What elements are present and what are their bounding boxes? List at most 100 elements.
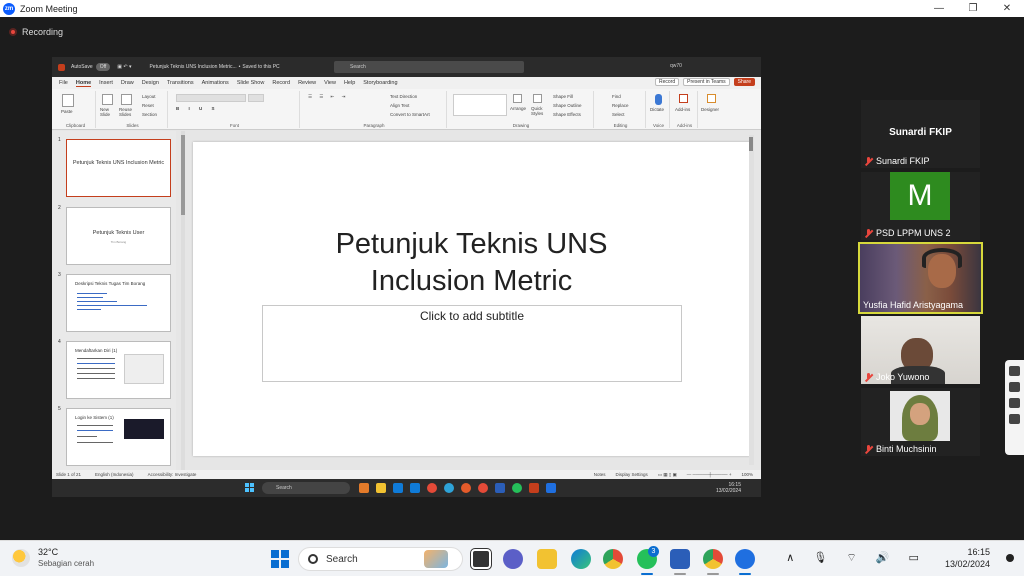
font-size-select[interactable] bbox=[248, 94, 264, 102]
paste-button[interactable]: Paste bbox=[61, 109, 73, 114]
font-name-select[interactable] bbox=[176, 94, 246, 102]
add-ins-button[interactable]: Add-ins bbox=[675, 107, 690, 112]
record-button[interactable]: Record bbox=[654, 78, 680, 86]
thumbnail-item[interactable]: 2 Petunjuk Teknis User Tim Borang bbox=[52, 205, 176, 265]
menu-storyboarding[interactable]: Storyboarding bbox=[363, 80, 397, 86]
menu-review[interactable]: Review bbox=[298, 80, 316, 86]
reuse-slides-icon[interactable] bbox=[121, 94, 132, 105]
menu-record[interactable]: Record bbox=[272, 80, 290, 86]
settings-icon[interactable] bbox=[1009, 414, 1020, 424]
shapes-gallery[interactable] bbox=[453, 94, 507, 116]
menu-home[interactable]: Home bbox=[75, 80, 92, 87]
chrome-profile-icon[interactable] bbox=[703, 549, 723, 569]
zoom-app-icon[interactable] bbox=[735, 549, 755, 569]
weather-widget[interactable]: 32°C Sebagian cerah bbox=[12, 547, 94, 568]
chat-icon[interactable] bbox=[503, 549, 523, 569]
file-explorer-icon[interactable] bbox=[537, 549, 557, 569]
thumbnail-slide-4[interactable]: Mendaftarkan Diri (1) bbox=[66, 341, 171, 399]
dictate-button[interactable]: Dictate bbox=[650, 107, 664, 112]
new-slide-button[interactable]: New Slide bbox=[100, 107, 116, 117]
ppt-search-input[interactable]: Search bbox=[334, 61, 524, 73]
task-view-icon[interactable] bbox=[471, 549, 491, 569]
thumbnail-slide-2[interactable]: Petunjuk Teknis User Tim Borang bbox=[66, 207, 171, 265]
quick-styles-button[interactable]: Quick Styles bbox=[531, 106, 549, 116]
list-buttons[interactable]: ☰ ☰ ⇤ ⇥ bbox=[308, 94, 348, 100]
new-slide-icon[interactable] bbox=[102, 94, 113, 105]
close-button[interactable]: ✕ bbox=[990, 0, 1024, 17]
camera-icon[interactable] bbox=[1009, 366, 1020, 376]
chrome-icon[interactable] bbox=[603, 549, 623, 569]
font-format-buttons[interactable]: B I U S bbox=[176, 106, 219, 111]
menu-help[interactable]: Help bbox=[344, 80, 355, 86]
menu-animations[interactable]: Animations bbox=[202, 80, 229, 86]
taskbar-search-input[interactable]: Search bbox=[298, 547, 463, 571]
scrollbar-thumb[interactable] bbox=[181, 135, 185, 215]
menu-file[interactable]: File bbox=[59, 80, 68, 86]
save-icon[interactable]: ▣ ↶ ▾ bbox=[117, 64, 131, 70]
zoom-level[interactable]: 100% bbox=[741, 470, 753, 479]
share-screen-icon[interactable] bbox=[1009, 398, 1020, 408]
participant-tile[interactable]: Sunardi FKIP Sunardi FKIP bbox=[861, 100, 980, 168]
thumbnail-item[interactable]: 4 Mendaftarkan Diri (1) bbox=[52, 339, 176, 399]
edge-icon[interactable] bbox=[571, 549, 591, 569]
video-icon[interactable] bbox=[1009, 382, 1020, 392]
reset-button[interactable]: Reset bbox=[142, 103, 154, 108]
reuse-slides-button[interactable]: Reuse Slides bbox=[119, 107, 137, 117]
participant-tile-active[interactable]: Yusfia Hafid Aristyagama bbox=[858, 242, 983, 314]
display-settings-button[interactable]: Display Settings bbox=[616, 470, 648, 479]
shape-outline-button[interactable]: Shape Outline bbox=[553, 103, 582, 108]
thumbnail-slide-5[interactable]: Login ke Sistem (1) bbox=[66, 408, 171, 466]
scrollbar-thumb[interactable] bbox=[749, 137, 753, 151]
arrange-icon[interactable] bbox=[513, 94, 522, 103]
subtitle-placeholder-box[interactable]: Click to add subtitle bbox=[262, 305, 682, 382]
menu-slide-show[interactable]: Slide Show bbox=[237, 80, 265, 86]
menu-insert[interactable]: Insert bbox=[99, 80, 113, 86]
replace-button[interactable]: Replace bbox=[612, 103, 629, 108]
thumbnail-slide-1[interactable]: Petunjuk Teknis UNS Inclusion Metric bbox=[66, 139, 171, 197]
add-ins-icon[interactable] bbox=[679, 94, 688, 103]
current-slide[interactable]: Petunjuk Teknis UNS Inclusion Metric Cli… bbox=[193, 142, 750, 456]
menu-transitions[interactable]: Transitions bbox=[167, 80, 194, 86]
autosave-toggle[interactable]: Off bbox=[95, 63, 111, 71]
recording-indicator[interactable]: Recording bbox=[9, 27, 63, 37]
thumbnail-slide-3[interactable]: Deskripsi Teknis Tugas Tim Borang bbox=[66, 274, 171, 332]
microphone-icon[interactable] bbox=[655, 94, 662, 105]
present-in-teams-button[interactable]: Present in Teams bbox=[683, 78, 730, 86]
find-button[interactable]: Find bbox=[612, 94, 621, 99]
tray-icons[interactable]: ∧ 🎙 ⌔ 🔊 ▭ bbox=[786, 551, 927, 565]
participant-tile[interactable]: M PSD LPPM UNS 2 bbox=[861, 172, 980, 240]
designer-button[interactable]: Designer bbox=[701, 107, 719, 112]
participant-tile[interactable]: Binti Muchsinin bbox=[861, 388, 980, 456]
accessibility-status[interactable]: Accessibility: Investigate bbox=[148, 472, 197, 477]
paste-icon[interactable] bbox=[62, 94, 74, 107]
menu-view[interactable]: View bbox=[324, 80, 336, 86]
share-button[interactable]: Share bbox=[733, 78, 755, 86]
select-button[interactable]: Select bbox=[612, 112, 625, 117]
notes-button[interactable]: Notes bbox=[594, 470, 606, 479]
participant-tile[interactable]: Joko Yuwono bbox=[861, 316, 980, 384]
ppt-user[interactable]: qw70 bbox=[670, 63, 682, 69]
view-buttons[interactable]: ▭ ▦ ▯ ▣ bbox=[658, 470, 677, 479]
menu-design[interactable]: Design bbox=[142, 80, 159, 86]
notification-icon[interactable] bbox=[1006, 554, 1014, 562]
thumbnail-item[interactable]: 5 Login ke Sistem (1) bbox=[52, 406, 176, 466]
minimize-button[interactable]: — bbox=[922, 0, 956, 17]
slide-title[interactable]: Petunjuk Teknis UNS Inclusion Metric bbox=[193, 226, 750, 300]
shape-effects-button[interactable]: Shape Effects bbox=[553, 112, 581, 117]
maximize-button[interactable]: ❐ bbox=[956, 0, 990, 17]
word-icon[interactable] bbox=[670, 549, 690, 569]
shape-fill-button[interactable]: Shape Fill bbox=[553, 94, 573, 99]
designer-icon[interactable] bbox=[707, 94, 716, 103]
align-text-button[interactable]: Align Text bbox=[390, 103, 409, 108]
clock[interactable]: 16:15 13/02/2024 bbox=[945, 546, 990, 570]
thumbnail-item[interactable]: 3 Deskripsi Teknis Tugas Tim Borang bbox=[52, 272, 176, 332]
menu-draw[interactable]: Draw bbox=[121, 80, 134, 86]
arrange-button[interactable]: Arrange bbox=[510, 106, 526, 111]
section-button[interactable]: Section bbox=[142, 112, 157, 117]
layout-button[interactable]: Layout bbox=[142, 94, 156, 99]
start-button[interactable] bbox=[271, 550, 289, 568]
thumbnail-scrollbar[interactable] bbox=[181, 131, 185, 470]
smartart-button[interactable]: Convert to SmartArt bbox=[390, 112, 430, 117]
zoom-slider[interactable]: — ─────┼───── + bbox=[687, 470, 732, 479]
language-status[interactable]: English (Indonesia) bbox=[95, 472, 134, 477]
